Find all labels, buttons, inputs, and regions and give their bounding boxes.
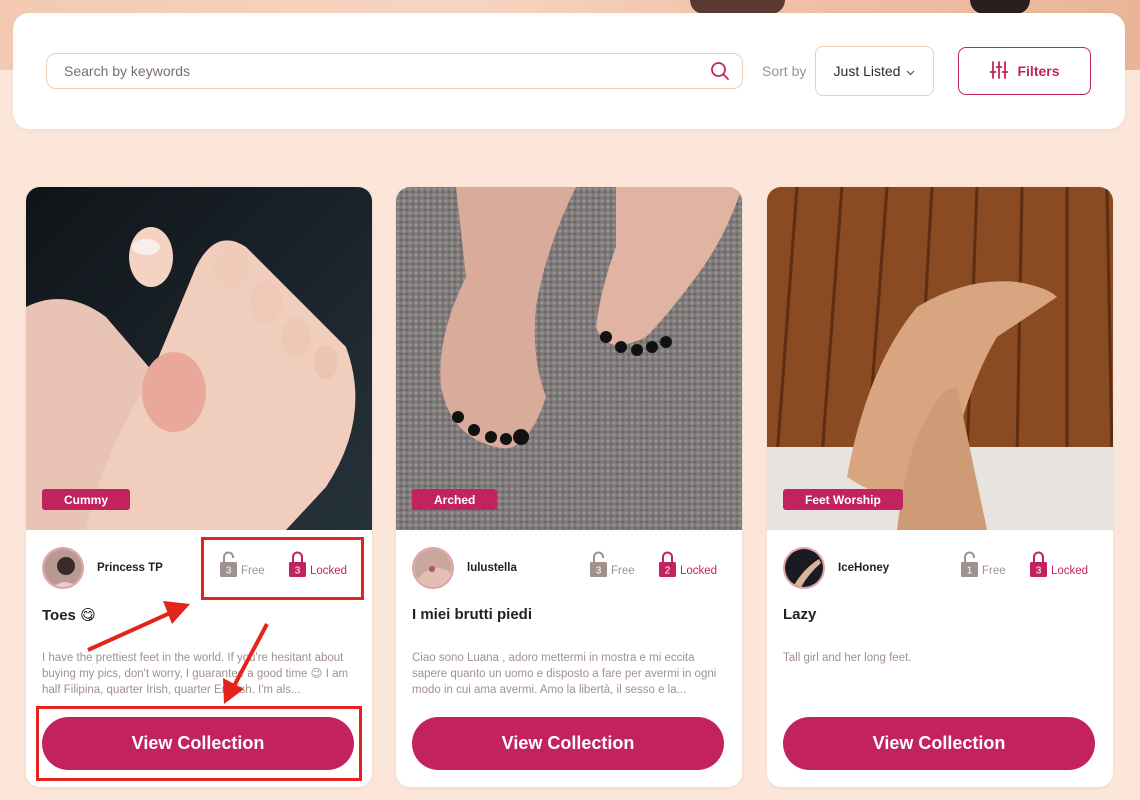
padlock-icon: 3 xyxy=(1030,551,1047,577)
search-box[interactable] xyxy=(46,53,743,89)
creator-username[interactable]: Princess TP xyxy=(97,562,163,574)
svg-text:3: 3 xyxy=(1036,566,1042,577)
view-collection-button[interactable]: View Collection xyxy=(783,717,1095,770)
free-label: Free xyxy=(982,565,1006,577)
sliders-icon xyxy=(989,60,1009,83)
svg-text:2: 2 xyxy=(665,566,671,577)
background-photo-detail xyxy=(690,0,785,14)
locked-label: Locked xyxy=(680,565,718,577)
sort-label: Sort by xyxy=(762,63,807,79)
collection-title[interactable]: Toes 😋 xyxy=(42,606,96,624)
avatar[interactable] xyxy=(783,547,825,589)
creator-username[interactable]: lulustella xyxy=(467,562,517,574)
svg-text:3: 3 xyxy=(295,566,301,577)
free-count: 3 Free xyxy=(590,551,635,577)
collection-title[interactable]: I miei brutti piedi xyxy=(412,606,532,623)
padlock-icon: 2 xyxy=(659,551,676,577)
unlocked-padlock-icon: 1 xyxy=(961,551,978,577)
collection-photo[interactable]: Feet Worship xyxy=(767,187,1113,530)
creator-username[interactable]: IceHoney xyxy=(838,562,889,574)
sort-select[interactable]: Just Listed xyxy=(815,46,934,96)
locked-count: 2 Locked xyxy=(659,551,717,577)
collection-card[interactable]: Feet Worship IceHoney 1 Free 3 Locked La… xyxy=(767,187,1113,787)
view-collection-button[interactable]: View Collection xyxy=(412,717,724,770)
collection-description: I have the prettiest feet in the world. … xyxy=(42,652,349,696)
category-tag[interactable]: Feet Worship xyxy=(783,489,903,510)
collection-title[interactable]: Lazy xyxy=(783,606,816,623)
collection-photo[interactable]: Cummy xyxy=(26,187,372,530)
locked-label: Locked xyxy=(1051,565,1089,577)
filters-label: Filters xyxy=(1017,63,1060,79)
collection-card[interactable]: Cummy Princess TP 3 Free 3 Locked Toes 😋… xyxy=(26,187,372,787)
collection-description: Ciao sono Luana , adoro mettermi in most… xyxy=(412,652,717,696)
svg-text:3: 3 xyxy=(226,566,232,577)
background-photo-detail xyxy=(970,0,1030,14)
free-count: 1 Free xyxy=(961,551,1006,577)
free-label: Free xyxy=(241,565,265,577)
collection-card[interactable]: Arched lulustella 3 Free 2 Locked I miei… xyxy=(396,187,742,787)
free-label: Free xyxy=(611,565,635,577)
locked-label: Locked xyxy=(310,565,348,577)
avatar[interactable] xyxy=(412,547,454,589)
unlocked-padlock-icon: 3 xyxy=(220,551,237,577)
locked-count: 3 Locked xyxy=(1030,551,1088,577)
svg-text:1: 1 xyxy=(967,566,973,577)
unlocked-padlock-icon: 3 xyxy=(590,551,607,577)
avatar[interactable] xyxy=(42,547,84,589)
search-panel: Sort by Just Listed Filters xyxy=(13,13,1125,129)
sort-select-value: Just Listed xyxy=(833,63,901,79)
padlock-icon: 3 xyxy=(289,551,306,577)
collection-description: Tall girl and her long feet. xyxy=(783,652,912,664)
search-icon[interactable] xyxy=(710,61,730,81)
chevron-down-icon xyxy=(906,63,915,79)
collection-photo[interactable]: Arched xyxy=(396,187,742,530)
search-input[interactable] xyxy=(64,63,710,79)
free-count: 3 Free xyxy=(220,551,265,577)
svg-text:3: 3 xyxy=(596,566,602,577)
category-tag[interactable]: Arched xyxy=(412,489,498,510)
filters-button[interactable]: Filters xyxy=(958,47,1091,95)
category-tag[interactable]: Cummy xyxy=(42,489,131,510)
locked-count: 3 Locked xyxy=(289,551,347,577)
view-collection-button[interactable]: View Collection xyxy=(42,717,354,770)
